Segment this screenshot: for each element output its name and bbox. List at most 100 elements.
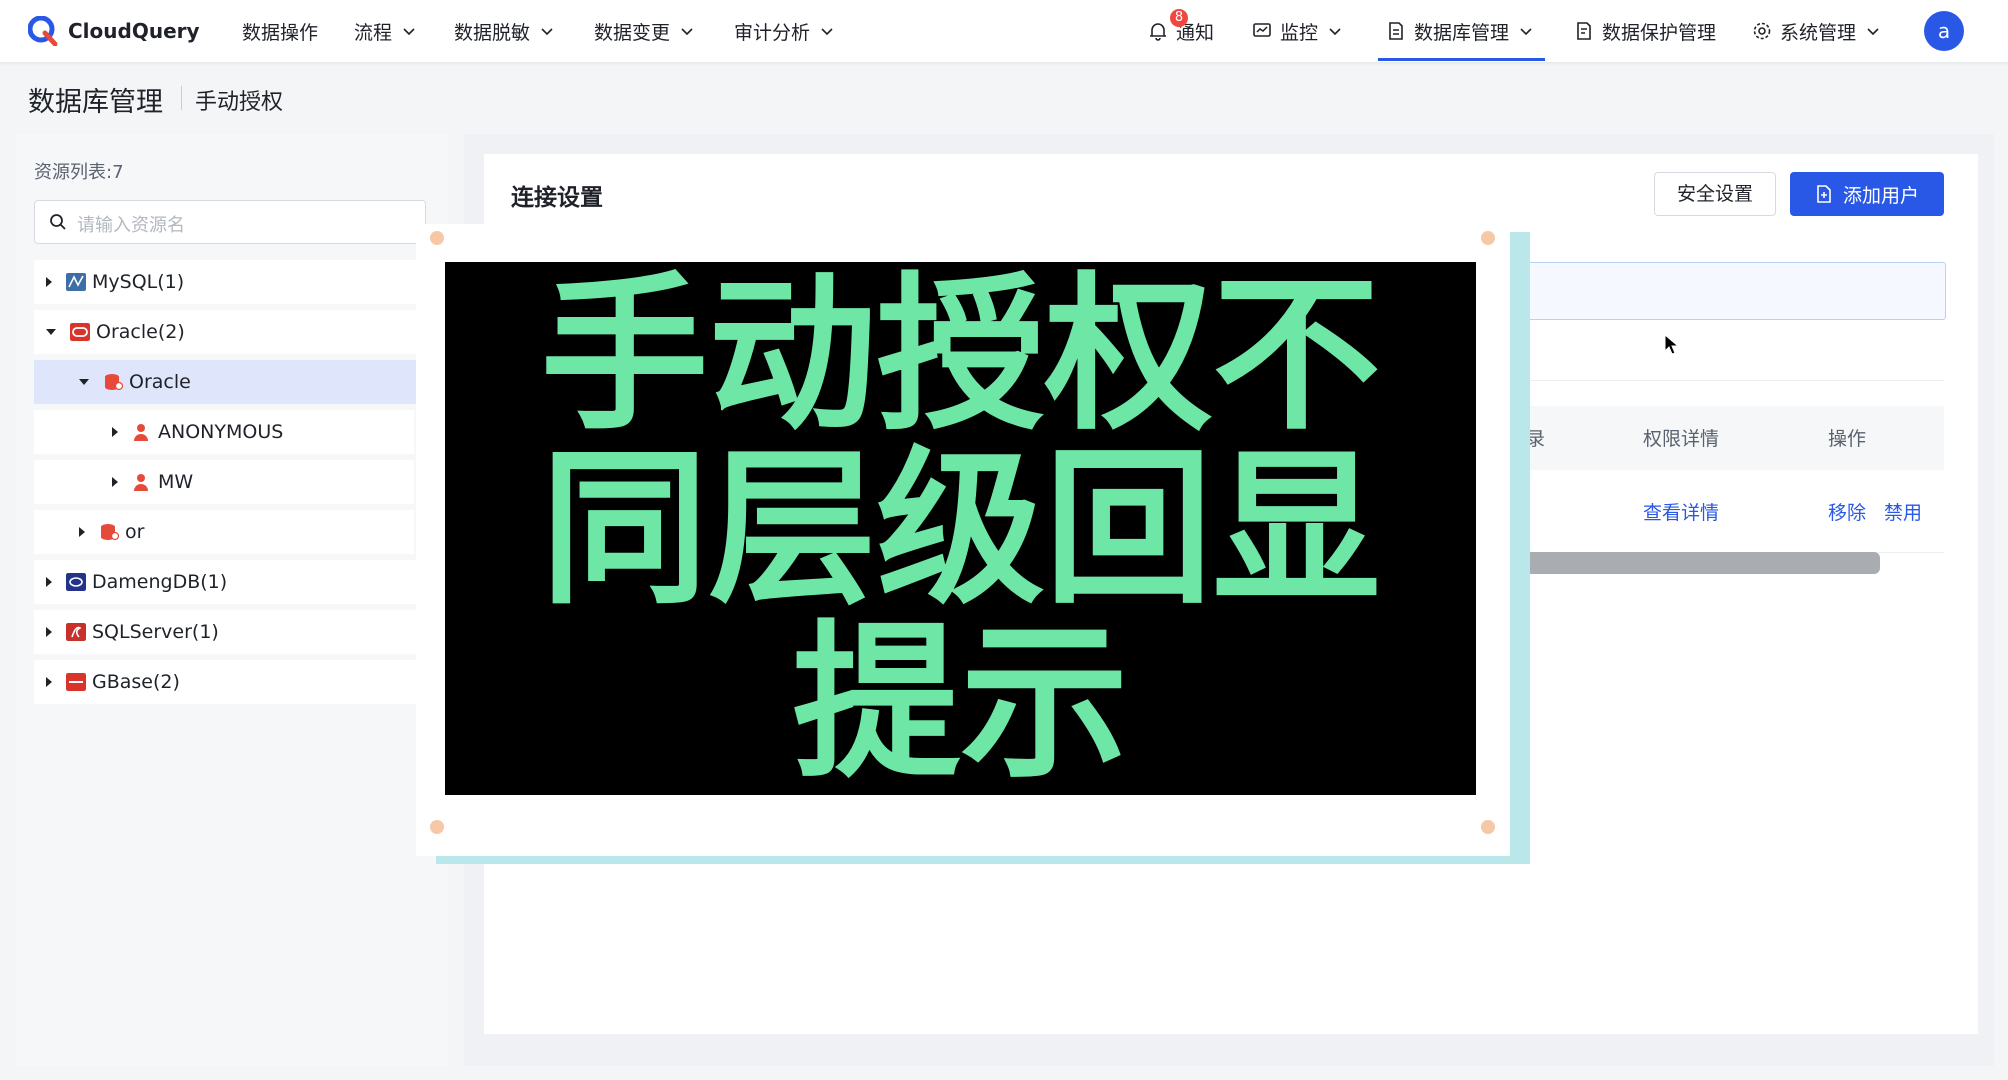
security-settings-button[interactable]: 安全设置 [1654, 172, 1776, 216]
search-placeholder: 请输入资源名 [77, 215, 185, 236]
mysql-icon [66, 273, 86, 291]
tree-node-label: MW [158, 471, 194, 493]
page-title: 数据库管理 [28, 87, 163, 118]
chevron-down-icon [1329, 28, 1341, 36]
tree-node-or[interactable]: or [34, 510, 414, 554]
nav-database-management[interactable]: 数据库管理 [1386, 0, 1533, 62]
nav-system-management[interactable]: 系统管理 [1752, 0, 1880, 62]
expand-arrow-icon[interactable] [112, 477, 118, 487]
protection-doc-icon [1577, 22, 1591, 40]
tree-node-oracle-group[interactable]: Oracle(2) [34, 310, 426, 354]
database-icon [101, 524, 119, 541]
disable-link[interactable]: 禁用 [1884, 498, 1922, 525]
nav-data-masking[interactable]: 数据脱敏 [454, 0, 554, 62]
resource-search-input[interactable]: 请输入资源名 [34, 200, 426, 244]
sqlserver-icon [66, 623, 86, 641]
app-logo[interactable]: CloudQuery [28, 14, 200, 48]
expand-arrow-icon[interactable] [79, 527, 85, 537]
corner-handle [1481, 231, 1495, 245]
user-icon [134, 424, 148, 441]
tree-node-label: SQLServer(1) [92, 621, 219, 643]
chevron-down-icon [403, 28, 415, 36]
add-user-label: 添加用户 [1842, 184, 1919, 207]
oracle-icon [70, 323, 90, 341]
expand-arrow-icon[interactable] [46, 677, 52, 687]
nav-label: 监控 [1280, 21, 1319, 44]
database-doc-icon [1389, 22, 1403, 40]
tree-node-label: ANONYMOUS [158, 421, 284, 443]
corner-handle [430, 231, 444, 245]
tree-node-sqlserver[interactable]: SQLServer(1) [34, 610, 426, 654]
corner-handle [430, 820, 444, 834]
bell-icon [1150, 23, 1166, 41]
tree-node-gbase[interactable]: GBase(2) [34, 660, 426, 704]
tree-node-dameng[interactable]: DamengDB(1) [34, 560, 426, 604]
view-details-link[interactable]: 查看详情 [1643, 498, 1719, 525]
expand-arrow-icon[interactable] [46, 277, 52, 287]
cloudquery-logo-icon [28, 16, 58, 46]
tree-node-oracle-db[interactable]: Oracle [34, 360, 426, 404]
column-header-actions: 操作 [1828, 428, 1867, 450]
tree-node-mysql[interactable]: MySQL(1) [34, 260, 426, 304]
notification-badge: 8 [1170, 9, 1188, 27]
section-divider [1520, 380, 1944, 381]
corner-handle [1481, 820, 1495, 834]
tree-node-label: DamengDB(1) [92, 571, 228, 593]
user-avatar[interactable]: a [1924, 11, 1964, 51]
nav-label: 审计分析 [734, 21, 811, 44]
gbase-icon [66, 673, 86, 691]
add-document-icon [1817, 185, 1831, 203]
remove-link[interactable]: 移除 [1828, 498, 1866, 525]
chevron-down-icon [821, 28, 833, 36]
nav-flow[interactable]: 流程 [354, 0, 416, 62]
nav-label: 数据脱敏 [454, 21, 531, 44]
collapse-arrow-icon[interactable] [46, 329, 56, 335]
gear-icon [1753, 22, 1771, 40]
top-navbar: CloudQuery 数据操作 流程 数据脱敏 数据变更 审计分析 通知 8 监… [0, 0, 2008, 62]
app-name: CloudQuery [68, 19, 200, 43]
chevron-down-icon [1520, 28, 1532, 36]
nav-label: 数据保护管理 [1602, 21, 1717, 44]
table-header [1520, 406, 1944, 470]
nav-data-change[interactable]: 数据变更 [594, 0, 694, 62]
video-caption-panel: 手动授权不同层级回显提示 [445, 262, 1476, 795]
table-row [1520, 470, 1944, 553]
tree-node-label: Oracle [129, 371, 191, 393]
tree-node-anonymous[interactable]: ANONYMOUS [34, 410, 414, 454]
nav-data-operation[interactable]: 数据操作 [242, 0, 318, 62]
nav-label: 数据操作 [242, 21, 319, 44]
mouse-cursor-icon [1664, 334, 1680, 355]
database-icon [105, 374, 123, 391]
nav-label: 系统管理 [1780, 21, 1857, 44]
chevron-down-icon [541, 28, 553, 36]
active-nav-indicator [1378, 58, 1545, 61]
dameng-icon [66, 573, 86, 591]
collapse-arrow-icon[interactable] [79, 379, 89, 385]
monitor-icon [1253, 23, 1271, 37]
video-caption-text: 手动授权不同层级回显提示 [540, 256, 1381, 801]
column-header-permission-detail: 权限详情 [1643, 428, 1720, 450]
tree-node-label: or [125, 521, 145, 543]
card-title: 连接设置 [511, 185, 603, 211]
resource-count: 资源列表:7 [34, 162, 124, 183]
expand-arrow-icon[interactable] [46, 627, 52, 637]
chevron-down-icon [1867, 28, 1879, 36]
nav-label: 流程 [354, 21, 393, 44]
breadcrumb-divider [181, 86, 182, 110]
nav-monitor[interactable]: 监控 [1252, 0, 1342, 62]
tree-node-mw[interactable]: MW [34, 460, 414, 504]
horizontal-scrollbar[interactable] [1520, 552, 1880, 574]
chevron-down-icon [681, 28, 693, 36]
tree-node-label: MySQL(1) [92, 271, 185, 293]
nav-label: 数据变更 [594, 21, 671, 44]
page-subtitle: 手动授权 [195, 90, 284, 115]
nav-data-protection[interactable]: 数据保护管理 [1574, 0, 1716, 62]
expand-arrow-icon[interactable] [112, 427, 118, 437]
search-icon [50, 214, 66, 230]
user-icon [134, 474, 148, 491]
connection-field[interactable] [1520, 262, 1946, 320]
nav-audit-analysis[interactable]: 审计分析 [734, 0, 834, 62]
add-user-button[interactable]: 添加用户 [1790, 172, 1944, 216]
expand-arrow-icon[interactable] [46, 577, 52, 587]
nav-label: 数据库管理 [1414, 21, 1510, 44]
